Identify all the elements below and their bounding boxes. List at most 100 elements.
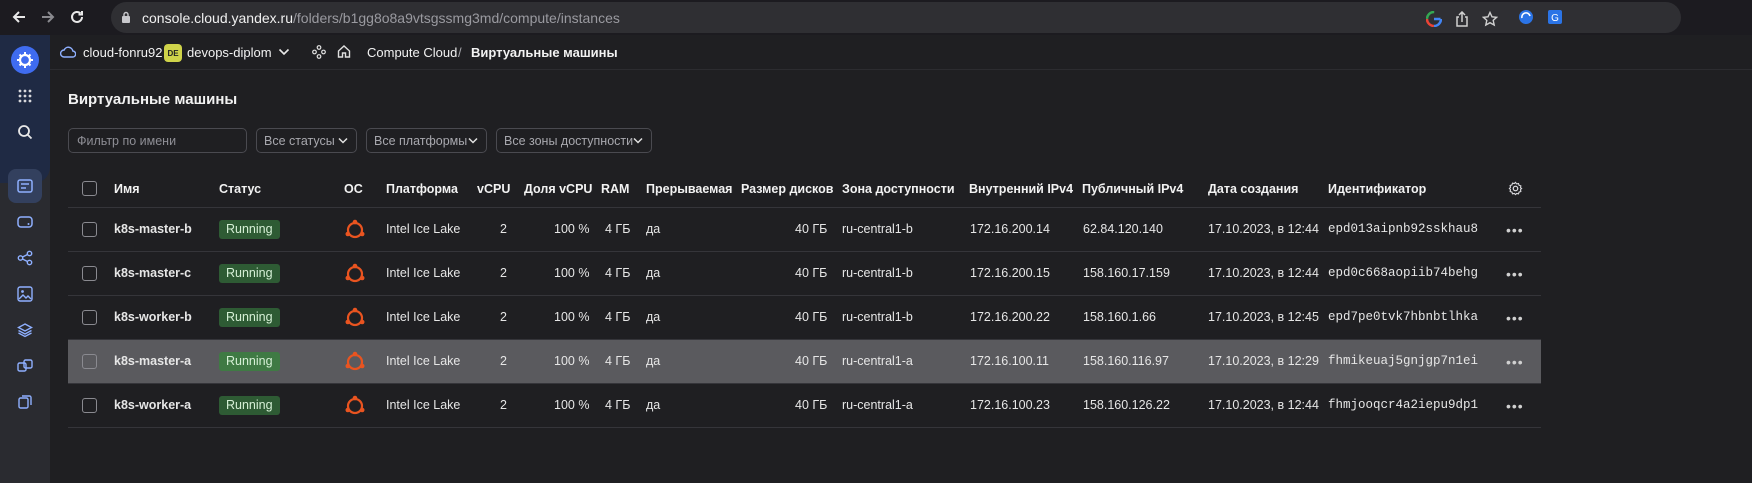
header-name[interactable]: Имя <box>114 182 140 196</box>
header-internal-ip[interactable]: Внутренний IPv4 <box>969 182 1073 196</box>
vm-name[interactable]: k8s-master-b <box>114 222 192 236</box>
share-icon[interactable] <box>1453 10 1471 28</box>
row-actions-more-icon[interactable]: ••• <box>1506 222 1524 238</box>
vm-created: 17.10.2023, в 12:45 <box>1208 310 1319 324</box>
vm-platform: Intel Ice Lake <box>386 354 461 368</box>
header-ram[interactable]: RAM <box>601 182 629 196</box>
vm-platform: Intel Ice Lake <box>386 266 461 280</box>
vm-platform: Intel Ice Lake <box>386 398 461 412</box>
vm-vcpu-share: 100 % <box>554 354 590 368</box>
vm-public-ip[interactable]: 158.160.1.66 <box>1083 310 1156 324</box>
bookmark-star-icon[interactable] <box>1481 10 1499 28</box>
table-row[interactable]: k8s-worker-b Running Intel Ice Lake 2 10… <box>68 296 1541 340</box>
table-row[interactable]: k8s-master-b Running Intel Ice Lake 2 10… <box>68 208 1541 252</box>
services-hub-icon[interactable] <box>312 45 326 59</box>
vm-created: 17.10.2023, в 12:44 <box>1208 398 1319 412</box>
vm-public-ip[interactable]: 62.84.120.140 <box>1083 222 1163 236</box>
vm-name[interactable]: k8s-master-a <box>114 354 191 368</box>
vm-ram: 4 ГБ <box>605 398 631 412</box>
header-disk-size[interactable]: Размер дисков <box>741 182 833 196</box>
vm-id[interactable]: fhmjooqcr4a2iepu9dp1 <box>1328 398 1478 412</box>
image-nav-icon[interactable] <box>8 277 42 311</box>
snapshots-nav-icon[interactable] <box>8 385 42 419</box>
header-status[interactable]: Статус <box>219 182 261 196</box>
header-vcpu[interactable]: vCPU <box>477 182 510 196</box>
breadcrumb-separator: / <box>458 45 462 60</box>
vm-name[interactable]: k8s-worker-a <box>114 398 191 412</box>
name-filter-input[interactable] <box>68 128 247 153</box>
table-row[interactable]: k8s-master-a Running Intel Ice Lake 2 10… <box>68 340 1541 384</box>
vm-ram: 4 ГБ <box>605 266 631 280</box>
table-row[interactable]: k8s-master-c Running Intel Ice Lake 2 10… <box>68 252 1541 296</box>
layers-nav-icon[interactable] <box>8 313 42 347</box>
yandex-cloud-logo-icon[interactable] <box>8 43 42 77</box>
vm-preemptible: да <box>646 354 661 368</box>
vm-public-ip[interactable]: 158.160.126.22 <box>1083 398 1170 412</box>
vm-disk-size: 40 ГБ <box>795 310 828 324</box>
vm-instances-nav-icon[interactable] <box>8 169 42 203</box>
vm-internal-ip[interactable]: 172.16.100.23 <box>970 398 1050 412</box>
status-badge: Running <box>219 220 280 239</box>
back-icon[interactable] <box>8 6 30 28</box>
vm-internal-ip[interactable]: 172.16.200.22 <box>970 310 1050 324</box>
vm-internal-ip[interactable]: 172.16.100.11 <box>970 354 1049 368</box>
row-checkbox[interactable] <box>82 310 97 325</box>
home-icon[interactable] <box>337 44 351 58</box>
row-checkbox[interactable] <box>82 266 97 281</box>
breadcrumb-current: Виртуальные машины <box>471 45 618 60</box>
reload-icon[interactable] <box>66 6 88 28</box>
row-actions-more-icon[interactable]: ••• <box>1506 266 1524 282</box>
placement-groups-nav-icon[interactable] <box>8 349 42 383</box>
table-row[interactable]: k8s-worker-a Running Intel Ice Lake 2 10… <box>68 384 1541 428</box>
vm-id[interactable]: fhmikeuaj5gnjgp7n1ei <box>1328 354 1478 368</box>
vm-name[interactable]: k8s-master-c <box>114 266 191 280</box>
vm-internal-ip[interactable]: 172.16.200.14 <box>970 222 1050 236</box>
zone-filter-select[interactable]: Все зоны доступности <box>496 128 652 153</box>
services-grid-icon[interactable] <box>8 79 42 113</box>
folder-name[interactable]: devops-diplom <box>187 45 272 60</box>
row-actions-more-icon[interactable]: ••• <box>1506 310 1524 326</box>
vm-id[interactable]: epd7pe0tvk7hbnbtlhka <box>1328 310 1478 324</box>
extension-icon[interactable] <box>1517 8 1535 26</box>
header-zone[interactable]: Зона доступности <box>842 182 955 196</box>
row-actions-more-icon[interactable]: ••• <box>1506 398 1524 414</box>
select-all-checkbox[interactable] <box>82 181 97 196</box>
search-icon[interactable] <box>8 115 42 149</box>
disk-nav-icon[interactable] <box>8 205 42 239</box>
platform-filter-select[interactable]: Все платформы <box>366 128 487 153</box>
row-checkbox[interactable] <box>82 398 97 413</box>
vm-name[interactable]: k8s-worker-b <box>114 310 192 324</box>
vm-created: 17.10.2023, в 12:44 <box>1208 222 1319 236</box>
vm-preemptible: да <box>646 222 661 236</box>
vm-id[interactable]: epd013aipnb92sskhau8 <box>1328 222 1478 236</box>
row-actions-more-icon[interactable]: ••• <box>1506 354 1524 370</box>
header-vcpu-share[interactable]: Доля vCPU <box>524 182 592 196</box>
header-id[interactable]: Идентификатор <box>1328 182 1426 196</box>
breadcrumb-service[interactable]: Compute Cloud <box>367 45 457 60</box>
row-checkbox[interactable] <box>82 354 97 369</box>
google-icon[interactable] <box>1425 10 1443 28</box>
vm-internal-ip[interactable]: 172.16.200.15 <box>970 266 1050 280</box>
header-platform[interactable]: Платформа <box>386 182 458 196</box>
header-public-ip[interactable]: Публичный IPv4 <box>1082 182 1183 196</box>
vm-vcpu-share: 100 % <box>554 398 590 412</box>
vm-id[interactable]: epd0c668aopiib74behg <box>1328 266 1478 280</box>
chevron-down-icon[interactable] <box>278 48 290 56</box>
status-badge: Running <box>219 264 280 283</box>
translate-icon[interactable]: G <box>1546 8 1564 26</box>
address-bar[interactable]: console.cloud.yandex.ru/folders/b1gg8o8a… <box>111 2 1681 33</box>
vm-public-ip[interactable]: 158.160.17.159 <box>1083 266 1170 280</box>
cloud-name[interactable]: cloud-fonru92 <box>83 45 163 60</box>
vm-created: 17.10.2023, в 12:44 <box>1208 266 1319 280</box>
status-filter-select[interactable]: Все статусы <box>256 128 357 153</box>
vm-public-ip[interactable]: 158.160.116.97 <box>1083 354 1169 368</box>
vm-preemptible: да <box>646 398 661 412</box>
forward-icon[interactable] <box>37 6 59 28</box>
ubuntu-icon <box>345 351 365 371</box>
column-settings-gear-icon[interactable] <box>1508 181 1523 196</box>
header-created[interactable]: Дата создания <box>1208 182 1298 196</box>
header-os[interactable]: ОС <box>344 182 363 196</box>
header-preemptible[interactable]: Прерываемая <box>646 182 732 196</box>
network-nav-icon[interactable] <box>8 241 42 275</box>
row-checkbox[interactable] <box>82 222 97 237</box>
